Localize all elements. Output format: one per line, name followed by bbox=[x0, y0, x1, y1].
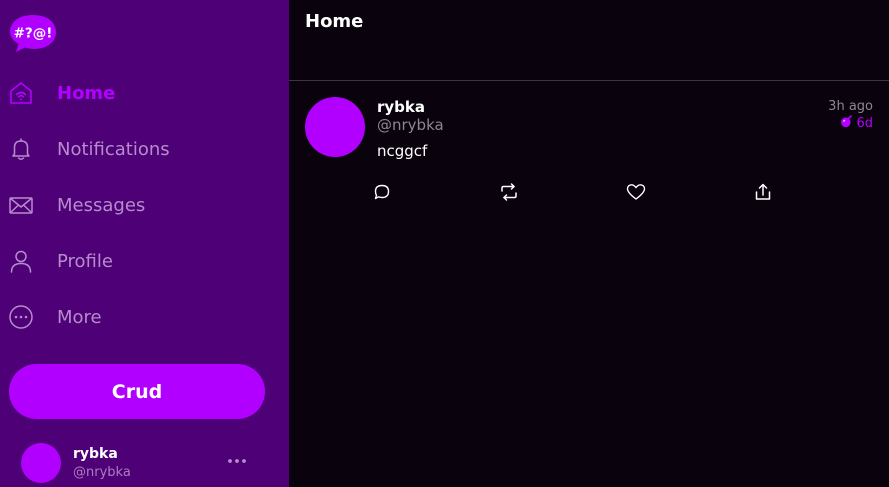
avatar bbox=[21, 443, 61, 483]
sidebar-item-home[interactable]: Home bbox=[0, 71, 289, 115]
post-author-name[interactable]: rybka bbox=[377, 98, 425, 116]
sidebar-item-label: Home bbox=[57, 82, 116, 104]
account-handle: @nrybka bbox=[73, 465, 131, 480]
share-icon[interactable] bbox=[752, 181, 774, 203]
header: Home bbox=[289, 0, 889, 81]
home-icon bbox=[8, 80, 34, 106]
bell-icon bbox=[8, 136, 34, 162]
sidebar-item-label: Profile bbox=[57, 250, 113, 272]
sidebar-item-label: More bbox=[57, 306, 102, 328]
expiry-label: 6d bbox=[856, 116, 873, 131]
more-horizontal-icon[interactable] bbox=[226, 450, 248, 472]
account-switcher[interactable]: rybka @nrybka bbox=[0, 438, 289, 487]
sidebar-item-label: Messages bbox=[57, 194, 146, 216]
main-content: Home rybka @nrybka 3h ago 6d ncggcf bbox=[289, 0, 889, 487]
logo-text: #?@! bbox=[14, 26, 53, 42]
crud-button[interactable]: Crud bbox=[9, 364, 265, 419]
post[interactable]: rybka @nrybka 3h ago 6d ncggcf bbox=[289, 81, 889, 211]
more-circle-icon bbox=[8, 304, 34, 330]
sidebar: #?@! Home Notifications Messages Profile… bbox=[0, 0, 289, 487]
sidebar-item-profile[interactable]: Profile bbox=[0, 239, 289, 283]
post-expiry: 6d bbox=[840, 115, 873, 132]
avatar[interactable] bbox=[305, 97, 365, 157]
post-timestamp: 3h ago bbox=[828, 99, 873, 114]
sidebar-item-more[interactable]: More bbox=[0, 295, 289, 339]
user-icon bbox=[8, 248, 34, 274]
sidebar-item-messages[interactable]: Messages bbox=[0, 183, 289, 227]
reply-icon[interactable] bbox=[371, 181, 393, 203]
page-title: Home bbox=[305, 11, 364, 32]
post-author-handle: @nrybka bbox=[377, 116, 444, 134]
envelope-icon bbox=[8, 192, 34, 218]
account-name: rybka bbox=[73, 446, 118, 462]
post-text: ncggcf bbox=[377, 142, 428, 160]
like-icon[interactable] bbox=[625, 181, 647, 203]
sidebar-item-notifications[interactable]: Notifications bbox=[0, 127, 289, 171]
bomb-icon bbox=[840, 115, 853, 132]
repost-icon[interactable] bbox=[498, 181, 520, 203]
logo-icon[interactable]: #?@! bbox=[9, 13, 57, 53]
sidebar-item-label: Notifications bbox=[57, 138, 170, 160]
